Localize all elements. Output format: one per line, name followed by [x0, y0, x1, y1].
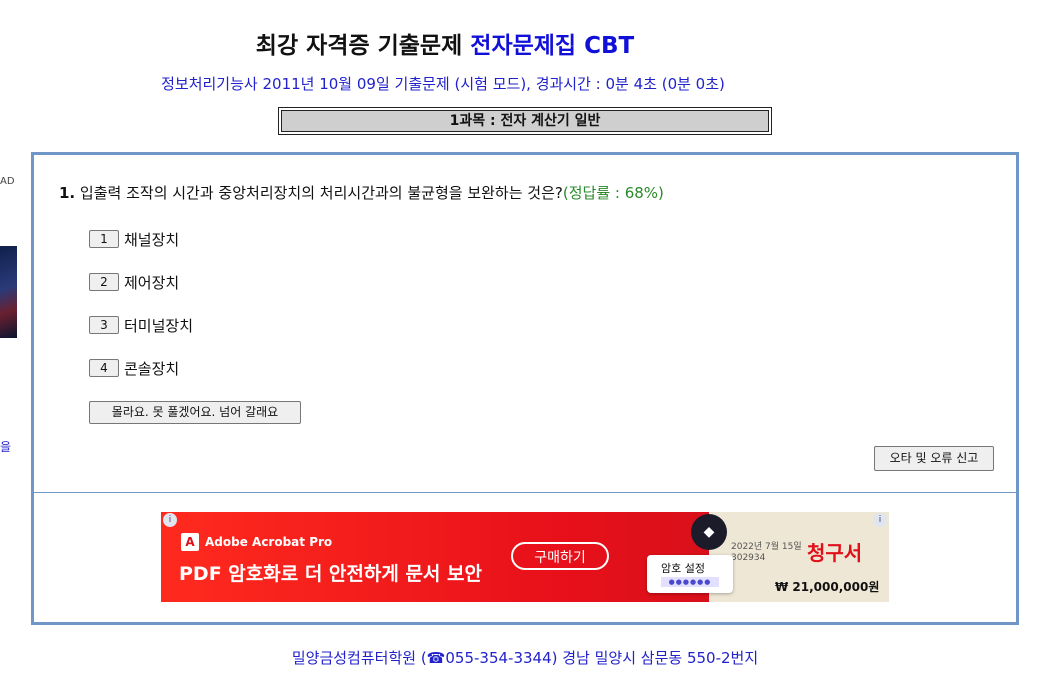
option-4-label: 콘솔장치 [124, 359, 180, 378]
ad-choices-icon[interactable]: i [873, 513, 887, 527]
ad-label: AD [0, 176, 15, 187]
option-1[interactable]: 1 채널장치 [89, 228, 179, 250]
subject-label: 1과목 : 전자 계산기 일반 [281, 110, 769, 132]
invoice-code: 302934 [731, 553, 766, 563]
ad-brand-name: Adobe Acrobat Pro [205, 535, 333, 549]
skip-question-button[interactable]: 몰라요. 못 풀겠어요. 넘어 갈래요 [89, 401, 301, 424]
side-ad-image[interactable] [0, 246, 17, 338]
question-number: 1. [59, 184, 76, 202]
ad-headline: PDF 암호화로 더 안전하게 문서 보안 [179, 563, 482, 585]
ad-brand: A Adobe Acrobat Pro [181, 533, 332, 551]
option-3-label: 터미널장치 [124, 316, 194, 335]
option-3-button[interactable]: 3 [89, 316, 119, 334]
invoice-amount: ₩ 21,000,000원 [775, 580, 880, 594]
option-4[interactable]: 4 콘솔장치 [89, 357, 179, 379]
adobe-logo-icon: A [181, 533, 199, 551]
ad-buy-button[interactable]: 구매하기 [511, 542, 609, 570]
invoice-date: 2022년 7월 15일 [731, 542, 802, 552]
acrobat-ad-banner[interactable]: i A Adobe Acrobat Pro PDF 암호화로 더 안전하게 문서… [161, 512, 889, 602]
ad-invoice-graphic: 2022년 7월 15일 302934 청구서 ₩ 21,000,000원 [709, 512, 889, 602]
exam-info: 정보처리기능사 2011년 10월 09일 기출문제 (시험 모드), 경과시간… [161, 75, 725, 93]
footer-info: 밀양금성컴퓨터학원 (☎055-354-3344) 경남 밀양시 삼문동 550… [291, 649, 759, 667]
option-2-button[interactable]: 2 [89, 273, 119, 291]
correct-rate: (정답률 : 68%) [562, 184, 664, 202]
password-label: 암호 설정 [661, 562, 705, 575]
subject-header: 1과목 : 전자 계산기 일반 [278, 107, 772, 135]
page-title: 최강 자격증 기출문제 전자문제집 CBT [0, 26, 890, 60]
option-1-button[interactable]: 1 [89, 230, 119, 248]
option-1-label: 채널장치 [124, 230, 180, 249]
password-dots: ●●●●●● [661, 577, 719, 587]
question-panel: 1. 입출력 조작의 시간과 중앙처리장치의 처리시간과의 불균형을 보완하는 … [31, 152, 1019, 625]
title-highlight: 전자문제집 CBT [470, 33, 635, 59]
ad-choices-icon[interactable]: i [163, 513, 177, 527]
panel-divider [34, 492, 1016, 493]
question-body: 입출력 조작의 시간과 중앙처리장치의 처리시간과의 불균형을 보완하는 것은? [79, 184, 563, 202]
option-2-label: 제어장치 [124, 273, 180, 292]
password-card: 암호 설정 ●●●●●● [647, 555, 733, 593]
left-side-ad[interactable]: AD 을 [0, 170, 17, 470]
option-4-button[interactable]: 4 [89, 359, 119, 377]
question-text: 1. 입출력 조작의 시간과 중앙처리장치의 처리시간과의 불균형을 보완하는 … [59, 182, 664, 203]
report-error-button[interactable]: 오타 및 오류 신고 [874, 446, 994, 471]
option-2[interactable]: 2 제어장치 [89, 271, 179, 293]
side-ad-text[interactable]: 을 [0, 438, 11, 455]
option-3[interactable]: 3 터미널장치 [89, 314, 193, 336]
title-plain: 최강 자격증 기출문제 [255, 33, 463, 59]
invoice-title: 청구서 [807, 541, 863, 565]
shield-icon: ◆ [691, 514, 727, 550]
